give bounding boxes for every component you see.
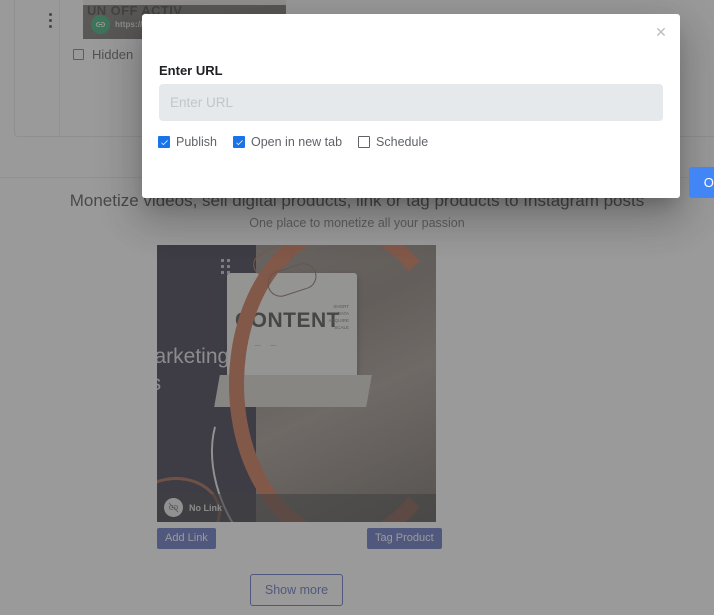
- open-in-new-tab-checkbox-label: Open in new tab: [251, 135, 343, 149]
- schedule-checkbox-label: Schedule: [376, 135, 429, 149]
- open-in-new-tab-checkbox[interactable]: [233, 136, 245, 148]
- open-in-new-tab-checkbox-item[interactable]: Open in new tab: [233, 135, 342, 149]
- schedule-checkbox-item[interactable]: Schedule: [358, 135, 428, 149]
- ok-button[interactable]: Ok: [689, 167, 714, 198]
- publish-checkbox-label: Publish: [176, 135, 217, 149]
- dialog-options-row: Publish Open in new tab Schedule: [158, 135, 444, 149]
- url-input[interactable]: [159, 84, 663, 121]
- publish-checkbox[interactable]: [158, 136, 170, 148]
- dialog-title: Enter URL: [159, 63, 223, 78]
- enter-url-dialog: ✕ Enter URL Publish Open in new tab Sche…: [142, 14, 714, 198]
- schedule-checkbox[interactable]: [358, 136, 371, 148]
- close-icon[interactable]: ✕: [651, 22, 671, 42]
- screen-root: s UN OFF ACTIV https://socialp Hidden: [0, 0, 714, 615]
- publish-checkbox-item[interactable]: Publish: [158, 135, 217, 149]
